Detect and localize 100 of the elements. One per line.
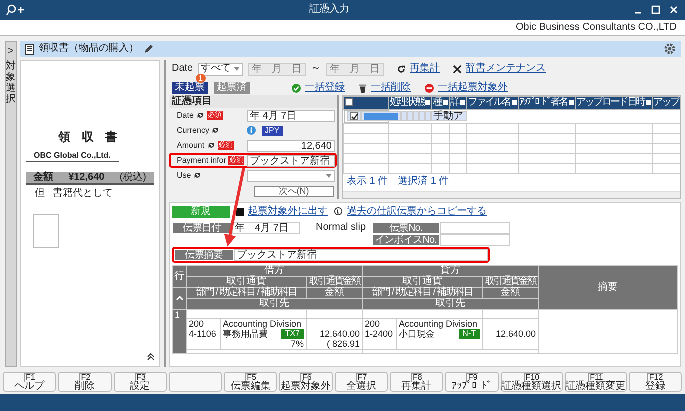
column-header: 行 [172, 266, 186, 288]
receipt-title: 領 収 書 [58, 131, 122, 145]
close-icon[interactable] [669, 5, 679, 15]
search-plus-icon[interactable] [6, 4, 26, 16]
receipt-amount: ¥12,640 [68, 172, 105, 184]
date-from-field[interactable]: 年 月 日 [248, 62, 306, 76]
column-header[interactable]: 処理状態 [388, 96, 432, 109]
bulk-action-link[interactable]: 一括起票対象外 [438, 82, 508, 94]
function-key-button[interactable]: F7 全選択 [334, 372, 388, 392]
check-circle-icon [292, 84, 301, 92]
department-name: Accounting Division [399, 319, 479, 329]
horizontal-scrollbar[interactable] [343, 191, 680, 198]
field-label: インボイスNo. [372, 234, 440, 246]
function-key-button[interactable]: F10 証憑種類選択 [500, 372, 563, 392]
bulk-action-link[interactable]: 一括削除 [371, 82, 411, 94]
memo-label: 但 [35, 188, 45, 200]
field-label: Use [177, 170, 192, 180]
column-header: 取引通貨 [362, 276, 482, 288]
refresh-icon [397, 64, 406, 74]
function-key-button[interactable]: F3 設定 [114, 372, 167, 392]
input-field[interactable]: 年 4月 7日 [247, 110, 335, 122]
info-icon [247, 126, 256, 135]
receipt-addressee: OBC Global Co.,Ltd. [26, 150, 119, 162]
slip-number-field[interactable] [440, 222, 510, 234]
invoice-number-field[interactable] [440, 234, 510, 246]
status-tab[interactable]: 未起票 [172, 82, 208, 94]
toolbar-link[interactable]: 辞書メンテナンス [466, 63, 546, 75]
column-header: 取引先 [362, 298, 538, 310]
function-key-button[interactable]: F5 伝票編集 [224, 372, 278, 392]
column-header: 取引先 [186, 298, 362, 310]
side-tab[interactable]: > 対象選択 [5, 41, 17, 367]
slip-type: Normal slip [315, 222, 368, 234]
window-title: 証憑入力 [308, 4, 350, 16]
receipt-memo: 書籍代として [53, 188, 113, 200]
account-name: 小口現金 [399, 329, 435, 339]
function-key-button[interactable]: F9 ｱｯﾌﾟﾛｰﾄﾞ [445, 372, 499, 392]
column-header: 取引通貨金額 [306, 276, 362, 288]
column-header[interactable]: 種 [432, 96, 449, 109]
function-key-button[interactable]: F1 ヘルプ [3, 372, 56, 392]
function-key-button[interactable]: F2 削除 [58, 372, 112, 392]
slip-link[interactable]: 過去の仕訳伝票からコピーする [347, 206, 487, 218]
slip-date-field[interactable]: 年 4月 7日 [232, 222, 300, 234]
column-header: 借方 [186, 266, 362, 276]
tax-note: (税込) [120, 172, 146, 184]
expand-arrow[interactable]: > [8, 46, 14, 58]
amount-label: 金額 [34, 172, 54, 184]
input-field[interactable]: ブックストア新宿 [247, 154, 335, 166]
column-header[interactable]: ファイル名 [466, 96, 518, 109]
toolbar-link[interactable]: 再集計 [410, 63, 440, 75]
grid-summary: 表示 1 件 [347, 176, 388, 187]
tax-badge: N-T [458, 329, 480, 339]
slip-memo-field[interactable]: ブックストア新宿 [234, 249, 488, 261]
amount-value: 12,640.00 [494, 329, 536, 339]
settings-icon[interactable] [664, 42, 676, 55]
function-key-button[interactable]: F12 登録 [628, 372, 682, 392]
field-label: Currency [177, 126, 210, 136]
input-field[interactable]: 12,640 [247, 140, 335, 152]
function-key-button[interactable]: F6 起票対象外 [279, 372, 333, 392]
grid-summary: 選択済 1 件 [398, 176, 450, 187]
column-header[interactable]: 詳 [449, 96, 466, 109]
currency-badge: JPY [262, 126, 283, 136]
filter-label: Date [172, 63, 194, 75]
status-badge [364, 112, 398, 120]
column-header[interactable]: アップロード日時 [575, 96, 652, 109]
no-entry-icon [425, 84, 434, 92]
range-separator: ～ [311, 63, 322, 75]
section-header: 証憑項目 [169, 95, 337, 108]
tax-amount: ( 826.91 [326, 339, 360, 349]
date-to-field[interactable]: 年 月 日 [326, 62, 384, 76]
pen-icon[interactable] [144, 44, 154, 54]
function-key-button[interactable]: F11 証憑種類変更 [564, 372, 627, 392]
document-type-title: 領収書（物品の購入） [39, 43, 139, 55]
maximize-icon[interactable] [651, 5, 661, 15]
column-header: 貸方 [362, 266, 538, 276]
field-label: 伝票日付 [172, 222, 232, 234]
field-label: 伝票No. [372, 222, 440, 234]
period-select[interactable]: すべて [198, 62, 244, 76]
function-key-button[interactable]: F8 再集計 [390, 372, 444, 392]
collapse-icon[interactable] [147, 352, 155, 361]
next-button[interactable]: 次へ(N) [254, 186, 334, 197]
column-header: 部門 / 勘定科目 / 補助科目 [186, 288, 306, 298]
table-cell[interactable]: 手動ア [430, 111, 466, 121]
collapse-caret-icon[interactable] [176, 294, 184, 301]
row-checkbox[interactable] [350, 112, 358, 120]
count-badge: 1 [196, 74, 206, 83]
dropdown-arrow-icon [234, 67, 240, 71]
bulk-action-link[interactable]: 一括登録 [305, 82, 345, 94]
tax-badge: TX7 [281, 329, 304, 339]
mode-label: 新規 [172, 206, 230, 218]
slip-link[interactable]: 起票対象外に出す [248, 206, 328, 218]
column-header: 取引通貨金額 [482, 276, 538, 288]
revenue-stamp-box [33, 214, 59, 248]
column-header[interactable]: ｱｯﾌﾟﾛｰﾄﾞ者名 [518, 96, 575, 109]
column-header[interactable]: アップ [652, 96, 680, 109]
company-name: Obic Business Consultants CO.,LTD [516, 22, 677, 34]
column-header: 部門 / 勘定科目 / 補助科目 [362, 288, 482, 298]
tax-rate: 7% [290, 339, 304, 349]
select-all-checkbox[interactable] [345, 98, 353, 106]
department-code: 200 [189, 319, 206, 329]
amount-value: 12,640.00 [318, 329, 360, 339]
